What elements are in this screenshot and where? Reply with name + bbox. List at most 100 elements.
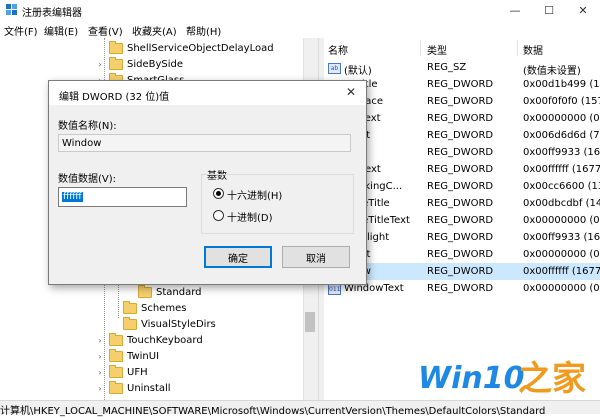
row-data: 0x00ff9933 (1675: [523, 147, 600, 158]
folder-icon: [123, 300, 137, 314]
row-data: 0x00ff9933 (1675: [523, 232, 600, 243]
tree-item-label: VisualStyleDirs: [141, 318, 216, 330]
row-data: 0x00ffffff (16777: [523, 164, 600, 175]
row-type: REG_DWORD: [427, 198, 494, 209]
folder-icon: [109, 348, 123, 362]
maximize-button[interactable]: ☐: [532, 0, 566, 20]
row-data: 0x00000000 (0): [523, 283, 600, 294]
row-type: REG_DWORD: [427, 181, 494, 192]
folder-icon: [109, 56, 123, 70]
column-header-name[interactable]: 名称: [328, 42, 348, 57]
folder-icon: [138, 284, 152, 298]
tree-item-label: Uninstall: [127, 382, 171, 394]
row-type: REG_DWORD: [427, 147, 494, 158]
tree-item-label: Standard: [156, 286, 202, 298]
decimal-radio[interactable]: [213, 210, 224, 221]
hex-radio[interactable]: [213, 188, 224, 199]
chevron-right-icon[interactable]: ›: [95, 352, 105, 361]
dialog-close-button[interactable]: ✕: [336, 81, 366, 103]
value-data-label: 数值数据(V):: [58, 174, 117, 185]
regedit-app-icon: [6, 4, 17, 15]
menu-bar: 文件(F) 编辑(E) 查看(V) 收藏夹(A) 帮助(H): [0, 20, 600, 39]
chevron-right-icon[interactable]: ›: [95, 384, 105, 393]
row-type: REG_DWORD: [427, 232, 494, 243]
title-bar: 注册表编辑器 — ☐ ✕: [0, 0, 600, 20]
row-data: 0x00f0f0f0 (1579: [523, 96, 600, 107]
folder-icon: [109, 332, 123, 346]
chevron-right-icon[interactable]: ›: [95, 60, 105, 69]
menu-favorites[interactable]: 收藏夹(A): [132, 23, 177, 38]
cancel-button[interactable]: 取消: [282, 246, 350, 268]
registry-path: 计算机\HKEY_LOCAL_MACHINE\SOFTWARE\Microsof…: [0, 406, 546, 417]
value-name-label: 数值名称(N):: [58, 121, 117, 132]
tree-item[interactable]: › TouchKeyboard: [95, 332, 203, 348]
row-type: REG_DWORD: [427, 79, 494, 90]
close-button[interactable]: ✕: [566, 0, 600, 20]
row-type: REG_DWORD: [427, 96, 494, 107]
tree-scrollbar-thumb[interactable]: [305, 312, 315, 332]
tree-item-label: Schemes: [141, 302, 187, 314]
binary-value-icon: 011: [328, 284, 341, 295]
menu-help[interactable]: 帮助(H): [186, 23, 221, 38]
folder-icon: [109, 364, 123, 378]
tree-item[interactable]: › UFH: [95, 364, 148, 380]
list-row[interactable]: ab (默认) REG_SZ (数值未设置): [324, 59, 600, 77]
base-group: 十六进制(H) 十进制(D): [201, 174, 354, 234]
svg-text:之家: 之家: [518, 359, 586, 399]
row-data: 0x00cc6600 (133: [523, 181, 600, 192]
row-type: REG_SZ: [427, 62, 467, 73]
minimize-button[interactable]: —: [498, 0, 532, 20]
string-value-icon: ab: [328, 63, 341, 74]
column-header-type[interactable]: 类型: [427, 42, 447, 57]
tree-item[interactable]: Schemes: [109, 300, 186, 316]
row-type: REG_DWORD: [427, 215, 494, 226]
row-data: 0x00ffffff (16777: [523, 266, 600, 277]
window-title: 注册表编辑器: [22, 8, 82, 19]
row-name: (默认): [344, 66, 372, 77]
folder-icon: [109, 380, 123, 394]
close-icon: ✕: [578, 3, 588, 17]
row-data: 0x006d6d6d (71: [523, 130, 600, 141]
row-type: REG_DWORD: [427, 113, 494, 124]
row-data: 0x00dbcdbf (144: [523, 198, 600, 209]
tree-item-label: SideBySide: [127, 58, 184, 70]
column-separator[interactable]: [517, 40, 518, 56]
dialog-title: 编辑 DWORD (32 位)值: [59, 92, 170, 103]
row-data: 0x00000000 (0): [523, 249, 600, 260]
column-separator[interactable]: [420, 40, 421, 56]
column-header-data[interactable]: 数据: [523, 42, 543, 57]
svg-text:Win10: Win10: [418, 361, 524, 396]
menu-view[interactable]: 查看(V): [88, 23, 123, 38]
tree-item-selected[interactable]: Standard: [124, 284, 202, 300]
row-data: 0x00d1b499 (13: [523, 79, 600, 90]
tree-item[interactable]: VisualStyleDirs: [109, 316, 216, 332]
minimize-icon: —: [509, 3, 521, 17]
tree-item[interactable]: › Uninstall: [95, 380, 171, 396]
tree-item[interactable]: ShellServiceObjectDelayLoad: [95, 40, 274, 56]
row-type: REG_DWORD: [427, 266, 494, 277]
chevron-right-icon[interactable]: ›: [95, 368, 105, 377]
menu-edit[interactable]: 编辑(E): [44, 23, 78, 38]
tree-item-label: UFH: [127, 366, 148, 378]
tree-item-label: TwinUI: [127, 350, 160, 362]
row-type: REG_DWORD: [427, 130, 494, 141]
value-data-selection: ffffff: [62, 192, 83, 202]
maximize-icon: ☐: [544, 3, 554, 17]
folder-icon: [123, 316, 137, 330]
hex-label[interactable]: 十六进制(H): [227, 187, 282, 202]
row-data: 0x00000000 (0): [523, 215, 600, 226]
close-icon: ✕: [345, 85, 357, 99]
ok-button[interactable]: 确定: [204, 246, 272, 268]
tree-item[interactable]: › TwinUI: [95, 348, 159, 364]
decimal-label[interactable]: 十进制(D): [227, 209, 273, 224]
chevron-right-icon[interactable]: ›: [95, 336, 105, 345]
value-name-field: Window: [58, 134, 351, 152]
tree-item-label: ShellServiceObjectDelayLoad: [127, 42, 274, 54]
row-type: REG_DWORD: [427, 249, 494, 260]
menu-file[interactable]: 文件(F): [4, 23, 38, 38]
tree-item[interactable]: › SideBySide: [95, 56, 183, 72]
row-type: REG_DWORD: [427, 164, 494, 175]
value-data-input[interactable]: ffffff: [58, 187, 187, 207]
status-bar: 计算机\HKEY_LOCAL_MACHINE\SOFTWARE\Microsof…: [0, 400, 600, 417]
edit-dword-dialog: 编辑 DWORD (32 位)值 ✕ 数值名称(N): Window 数值数据(…: [48, 80, 367, 285]
